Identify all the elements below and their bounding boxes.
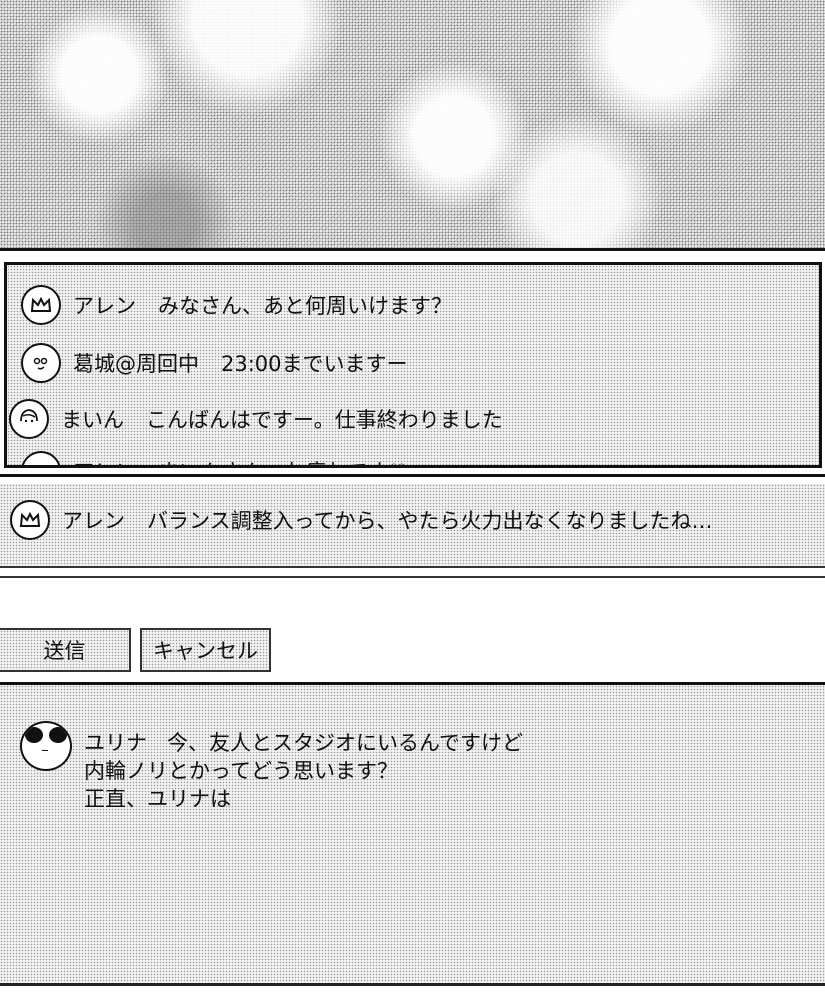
divider	[0, 566, 825, 568]
message-preview-panel: ユリナ 今、友人とスタジオにいるんですけど 内輪ノリとかってどう思います？ 正直、…	[0, 685, 825, 985]
crown-icon	[21, 285, 61, 325]
message-text-line3: 正直、ユリナは	[84, 787, 231, 811]
message-text: 23:00までいますー	[221, 352, 408, 376]
message-author: まいん	[61, 408, 124, 432]
chat-message: 葛城@周回中 23:00までいますー	[21, 343, 408, 383]
chat-message: ユリナ 今、友人とスタジオにいるんですけど 内輪ノリとかってどう思います？ 正直、…	[20, 721, 523, 813]
draft-message: アレン バランス調整入ってから、やたら火力出なくなりましたね…	[10, 500, 713, 540]
cancel-button[interactable]: キャンセル	[140, 628, 271, 672]
divider	[0, 474, 825, 477]
message-text: バランス調整入ってから、やたら火力出なくなりましたね…	[147, 509, 713, 533]
face-icon	[21, 343, 61, 383]
message-author: アレン	[73, 456, 136, 465]
message-author: アレン	[73, 294, 136, 318]
message-text-line1: 今、友人とスタジオにいるんですけど	[167, 731, 523, 755]
round-face-icon	[21, 451, 61, 465]
background-illustration	[0, 0, 825, 248]
chat-message: アレン みなさん、あと何周いけます？	[21, 285, 452, 325]
divider	[0, 248, 825, 251]
chat-message: まいん こんばんはですー。仕事終わりました	[9, 399, 503, 439]
divider	[0, 576, 825, 578]
divider	[0, 983, 825, 986]
message-text: まいんさん、お疲れです♡	[158, 456, 407, 465]
message-text: こんばんはですー。仕事終わりました	[146, 408, 503, 432]
message-text: みなさん、あと何周いけます？	[158, 294, 452, 318]
send-button[interactable]: 送信	[0, 628, 131, 672]
message-input[interactable]: アレン バランス調整入ってから、やたら火力出なくなりましたね…	[0, 484, 825, 568]
panda-face-icon	[20, 721, 72, 771]
message-author: ユリナ	[84, 731, 147, 755]
chat-message: アレン まいんさん、お疲れです♡	[21, 451, 407, 465]
chat-log[interactable]: アレン みなさん、あと何周いけます？ 葛城@周回中 23:00までいますー まい…	[4, 262, 822, 468]
message-text-line2: 内輪ノリとかってどう思います？	[84, 759, 398, 783]
crown-icon	[10, 500, 50, 540]
message-author: 葛城@周回中	[73, 352, 199, 376]
message-author: アレン	[62, 509, 125, 533]
girl-face-icon	[9, 399, 49, 439]
